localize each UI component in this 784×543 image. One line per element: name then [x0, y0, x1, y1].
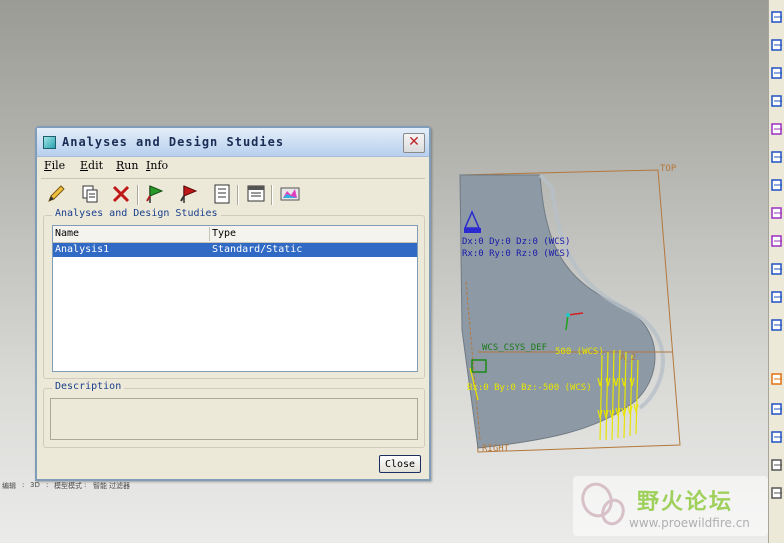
- menu-file[interactable]: File: [44, 159, 65, 172]
- load-label-500: 500 (WCS): [555, 347, 604, 357]
- list-header: Name Type: [53, 226, 417, 243]
- table-cell-name: Analysis1: [55, 244, 110, 255]
- material-icon[interactable]: [770, 372, 784, 386]
- green-flag-icon[interactable]: [145, 183, 167, 205]
- analyses-dialog: Analyses and Design Studies ✕ File Edit …: [35, 126, 431, 481]
- watermark: 野火论坛 www.proewildfire.cn: [573, 476, 768, 536]
- pencil-icon[interactable]: [45, 183, 67, 205]
- spring-icon[interactable]: [770, 458, 784, 472]
- close-button[interactable]: Close: [379, 455, 421, 473]
- constraint-base: [464, 228, 481, 233]
- constraint-label-translation: Dx:0 Dy:0 Dz:0 (WCS): [462, 237, 570, 247]
- studies-list[interactable]: Name Type Analysis1 Standard/Static: [52, 225, 418, 372]
- menu-edit-label: dit: [88, 159, 104, 172]
- menu-file-mnemonic: F: [44, 159, 52, 172]
- volume-icon[interactable]: [770, 206, 784, 220]
- status-item-1: 3D: [30, 481, 40, 489]
- mass-icon[interactable]: [770, 486, 784, 500]
- status-item-4: 过滤器: [109, 482, 130, 490]
- idealization-icon[interactable]: [770, 262, 784, 276]
- copy-icon[interactable]: [79, 183, 101, 205]
- column-header-type[interactable]: Type: [212, 228, 236, 239]
- description-group: Description: [43, 381, 425, 448]
- axis-label: A_2: [620, 353, 636, 363]
- status-sep-0: :: [22, 481, 25, 489]
- mesh-icon[interactable]: [770, 234, 784, 248]
- datum-plane-icon[interactable]: [770, 10, 784, 24]
- status-sep-2: :: [84, 481, 87, 489]
- face-icon[interactable]: [770, 150, 784, 164]
- list-icon[interactable]: [211, 183, 233, 205]
- menu-info-label: nfo: [150, 159, 169, 172]
- description-field[interactable]: [50, 398, 418, 440]
- csys-origin: [566, 313, 570, 317]
- column-header-name[interactable]: Name: [55, 228, 79, 239]
- menu-info[interactable]: Info: [146, 159, 168, 172]
- menu-edit-mnemonic: E: [80, 159, 89, 172]
- status-sep-1: :: [46, 481, 49, 489]
- toolbar-separator: [237, 185, 239, 205]
- red-flag-icon[interactable]: [179, 183, 201, 205]
- right-toolbar: [768, 0, 784, 543]
- dialog-title: Analyses and Design Studies: [62, 135, 285, 149]
- constraint-icon[interactable]: [770, 318, 784, 332]
- toolbar-separator: [271, 185, 273, 205]
- datum-label-top: TOP: [660, 164, 677, 174]
- datum-axis-icon[interactable]: [770, 38, 784, 52]
- dialog-toolbar: [41, 178, 425, 209]
- results-icon[interactable]: [279, 183, 301, 205]
- delete-icon[interactable]: [110, 183, 132, 205]
- butterfly-logo-icon: [581, 482, 625, 526]
- table-row[interactable]: Analysis1 Standard/Static: [53, 243, 417, 257]
- studies-group: Analyses and Design Studies Name Type An…: [43, 208, 425, 379]
- status-item-2: 模型模式: [54, 482, 82, 490]
- constraint-label-rotation: Rx:0 Ry:0 Rz:0 (WCS): [462, 249, 570, 259]
- edge-icon[interactable]: [770, 178, 784, 192]
- menu-file-label: ile: [51, 159, 66, 172]
- cube-icon: [43, 136, 56, 149]
- menu-run-label: un: [124, 159, 139, 172]
- beam-icon[interactable]: [770, 430, 784, 444]
- status-item-3: 智能: [93, 482, 107, 490]
- load-icon[interactable]: [770, 290, 784, 304]
- dialog-titlebar[interactable]: Analyses and Design Studies ✕: [37, 128, 429, 157]
- info-window-icon[interactable]: [245, 183, 267, 205]
- menu-bar: File Edit Run Info: [37, 156, 429, 176]
- studies-group-label: Analyses and Design Studies: [52, 208, 221, 219]
- load-label: Bx:0 By:0 Bz:-500 (WCS): [467, 383, 592, 393]
- toolbar-separator: [137, 185, 139, 205]
- surface-icon[interactable]: [770, 122, 784, 136]
- csys-icon[interactable]: [770, 94, 784, 108]
- csys-label: WCS_CSYS_DEF: [482, 343, 547, 353]
- menu-edit[interactable]: Edit: [80, 159, 103, 172]
- watermark-url: www.proewildfire.cn: [629, 516, 750, 530]
- menu-run[interactable]: Run: [116, 159, 138, 172]
- table-cell-type: Standard/Static: [212, 244, 303, 255]
- close-icon[interactable]: ✕: [403, 133, 425, 153]
- watermark-title: 野火论坛: [637, 490, 734, 515]
- datum-point-icon[interactable]: [770, 66, 784, 80]
- status-item-0: 编辑: [2, 482, 16, 490]
- shell-icon[interactable]: [770, 402, 784, 416]
- datum-label-right: RIGHT: [482, 444, 510, 454]
- column-divider[interactable]: [209, 227, 210, 241]
- description-label: Description: [52, 381, 125, 392]
